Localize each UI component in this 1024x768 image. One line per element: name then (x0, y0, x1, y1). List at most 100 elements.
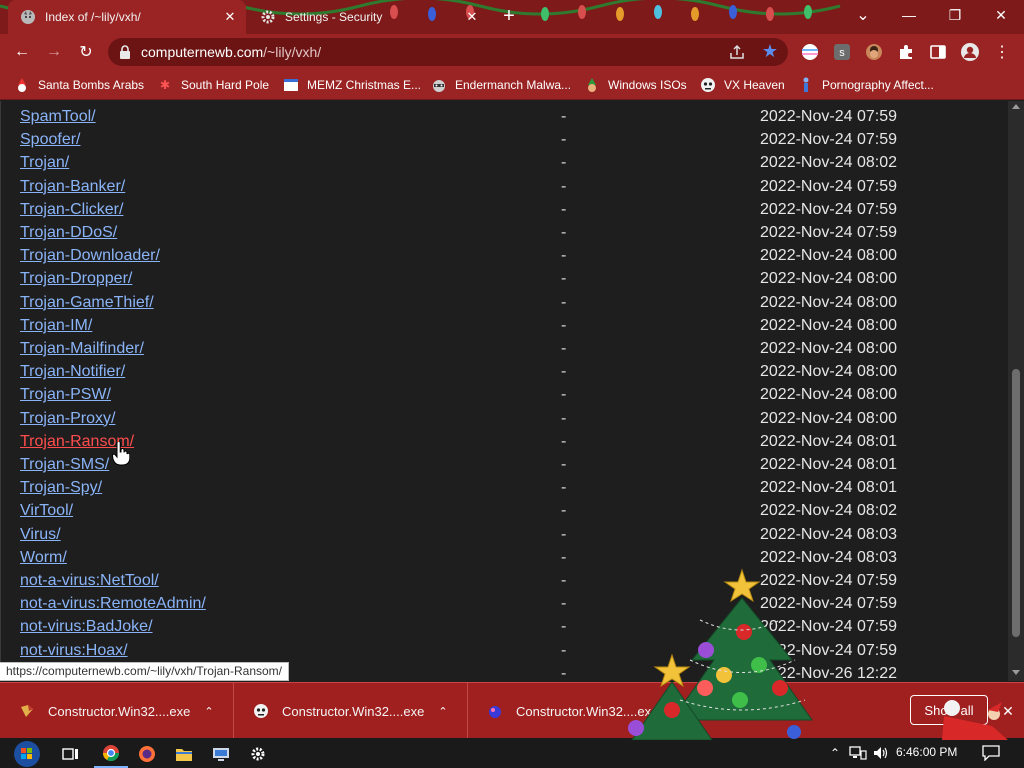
directory-link[interactable]: Worm/ (20, 549, 67, 567)
browser-menu-icon[interactable]: ⋮ (992, 42, 1012, 62)
date-cell: 2022-Nov-24 07:59 (760, 200, 897, 218)
download-item[interactable]: Constructor.Win32....exe ⌃ (0, 683, 234, 739)
bookmark-label: South Hard Pole (181, 78, 270, 92)
download-item[interactable]: Constructor.Win32....exe ⌃ (234, 683, 468, 739)
directory-link[interactable]: Trojan/ (20, 154, 69, 172)
directory-link[interactable]: Trojan-IM/ (20, 317, 92, 335)
directory-link[interactable]: VirTool/ (20, 502, 73, 520)
directory-link[interactable]: Trojan-Dropper/ (20, 270, 132, 288)
directory-link[interactable]: Trojan-Banker/ (20, 178, 125, 196)
s-extension-icon[interactable]: s (832, 42, 852, 62)
computer-icon[interactable] (204, 740, 238, 768)
date-cell: 2022-Nov-24 08:02 (760, 502, 897, 520)
flag-extension-icon[interactable] (800, 42, 820, 62)
directory-link[interactable]: Spoofer/ (20, 131, 80, 149)
scroll-down-arrow-icon[interactable] (1012, 670, 1020, 675)
size-cell: - (561, 618, 567, 636)
bookmark-south-hard-pole[interactable]: ✱ South Hard Pole (157, 75, 269, 95)
directory-link[interactable]: Trojan-DDoS/ (20, 224, 117, 242)
tab-settings-security[interactable]: Settings - Security ✕ (248, 0, 488, 34)
date-cell: 2022-Nov-24 08:00 (760, 363, 897, 381)
directory-link[interactable]: not-virus:BadJoke/ (20, 618, 153, 636)
bookmark-memz-christmas[interactable]: MEMZ Christmas E... (283, 75, 421, 95)
scroll-up-arrow-icon[interactable] (1012, 104, 1020, 109)
reload-button[interactable]: ↻ (74, 40, 98, 64)
size-cell: - (561, 177, 567, 195)
notification-center-icon[interactable] (982, 745, 1000, 761)
close-shelf-icon[interactable]: ✕ (998, 701, 1018, 721)
forward-button[interactable]: → (42, 40, 66, 64)
url-text: computernewb.com/~lily/vxh/ (141, 44, 321, 60)
settings-gear-icon[interactable] (241, 740, 275, 768)
date-cell: 2022-Nov-24 07:59 (760, 618, 897, 636)
directory-link[interactable]: Trojan-Ransom/ (20, 433, 134, 451)
extensions-puzzle-icon[interactable] (896, 42, 916, 62)
directory-link[interactable]: Trojan-SMS/ (20, 456, 109, 474)
directory-link[interactable]: SpamTool/ (20, 108, 96, 126)
directory-link[interactable]: Trojan-Notifier/ (20, 363, 125, 381)
directory-link[interactable]: Trojan-Downloader/ (20, 247, 160, 265)
directory-link[interactable]: Trojan-Spy/ (20, 479, 102, 497)
window-icon (283, 77, 299, 93)
table-row: Virus/ - 2022-Nov-24 08:03 (1, 523, 1001, 546)
directory-link[interactable]: Virus/ (20, 526, 61, 544)
chevron-up-icon[interactable]: ⌃ (197, 705, 221, 718)
system-clock[interactable]: 6:46:00 PM (896, 745, 957, 759)
side-panel-icon[interactable] (928, 42, 948, 62)
profile-avatar[interactable] (960, 42, 980, 62)
size-cell: - (561, 270, 567, 288)
new-tab-button[interactable]: + (498, 6, 520, 27)
show-all-downloads-button[interactable]: Show all (910, 695, 988, 725)
url-path: /~lily/vxh/ (263, 44, 322, 60)
table-row: Trojan-Dropper/ - 2022-Nov-24 08:00 (1, 267, 1001, 290)
volume-icon[interactable] (872, 745, 890, 761)
directory-link[interactable]: Trojan-Mailfinder/ (20, 340, 144, 358)
chevron-up-icon[interactable]: ⌃ (431, 705, 455, 718)
table-row: not-a-virus:NetTool/ - 2022-Nov-24 07:59 (1, 569, 1001, 592)
page-scrollbar[interactable] (1008, 101, 1024, 681)
bookmark-endermanch-malware[interactable]: Endermanch Malwa... (431, 75, 571, 95)
close-tab-icon[interactable]: ✕ (462, 7, 482, 27)
network-icon[interactable] (849, 745, 867, 761)
directory-link[interactable]: Trojan-Clicker/ (20, 201, 123, 219)
date-cell: 2022-Nov-24 07:59 (760, 224, 897, 241)
task-view-icon[interactable] (54, 740, 88, 768)
start-orb-icon[interactable] (8, 740, 46, 768)
size-cell: - (561, 363, 567, 381)
firefox-icon[interactable] (130, 740, 164, 768)
share-icon[interactable] (728, 43, 746, 61)
directory-link[interactable]: not-a-virus:RemoteAdmin/ (20, 595, 206, 613)
minimize-button[interactable]: — (886, 0, 932, 30)
tab-search-button[interactable]: ⌄ (840, 0, 886, 30)
bookmark-star-icon[interactable]: ★ (760, 41, 780, 61)
close-tab-icon[interactable]: ✕ (220, 7, 240, 27)
bookmark-pornography-affect[interactable]: Pornography Affect... (798, 75, 934, 95)
chrome-icon[interactable] (94, 740, 128, 768)
date-cell: 2022-Nov-24 08:00 (760, 247, 897, 265)
raccoon-icon (431, 77, 447, 93)
directory-link[interactable]: Trojan-GameThief/ (20, 294, 154, 312)
download-filename: Constructor.Win32....exe (516, 703, 659, 719)
tray-chevron-up-icon[interactable]: ⌃ (826, 745, 844, 761)
download-item[interactable]: Constructor.Win32....exe (468, 683, 702, 739)
browser-toolbar: ← → ↻ computernewb.com/~lily/vxh/ ★ s ⋮ (0, 34, 1024, 70)
directory-listing: SpamTool/ - 2022-Nov-24 07:59 Spoofer/ - 2022… (0, 101, 1008, 681)
scrollbar-thumb[interactable] (1012, 369, 1020, 637)
tab-index-of-lily-vxh[interactable]: Index of /~lily/vxh/ ✕ (8, 0, 246, 34)
bookmark-label: Windows ISOs (608, 78, 687, 92)
directory-link[interactable]: not-a-virus:NetTool/ (20, 572, 159, 590)
address-bar[interactable]: computernewb.com/~lily/vxh/ ★ (108, 38, 788, 66)
bookmark-santa-bombs-arabs[interactable]: Santa Bombs Arabs (14, 75, 144, 95)
bookmark-windows-isos[interactable]: Windows ISOs (584, 75, 687, 95)
size-cell: - (561, 595, 567, 613)
directory-link[interactable]: Trojan-PSW/ (20, 386, 111, 404)
restore-button[interactable]: ❐ (932, 0, 978, 30)
directory-link[interactable]: not-virus:Hoax/ (20, 642, 128, 660)
directory-link[interactable]: Trojan-Proxy/ (20, 410, 115, 428)
face-extension-icon[interactable] (864, 42, 884, 62)
back-button[interactable]: ← (10, 40, 34, 64)
window-close-button[interactable]: ✕ (978, 0, 1024, 30)
file-explorer-icon[interactable] (167, 740, 201, 768)
bookmark-vx-heaven[interactable]: VX Heaven (700, 75, 785, 95)
gear-icon (260, 9, 276, 25)
